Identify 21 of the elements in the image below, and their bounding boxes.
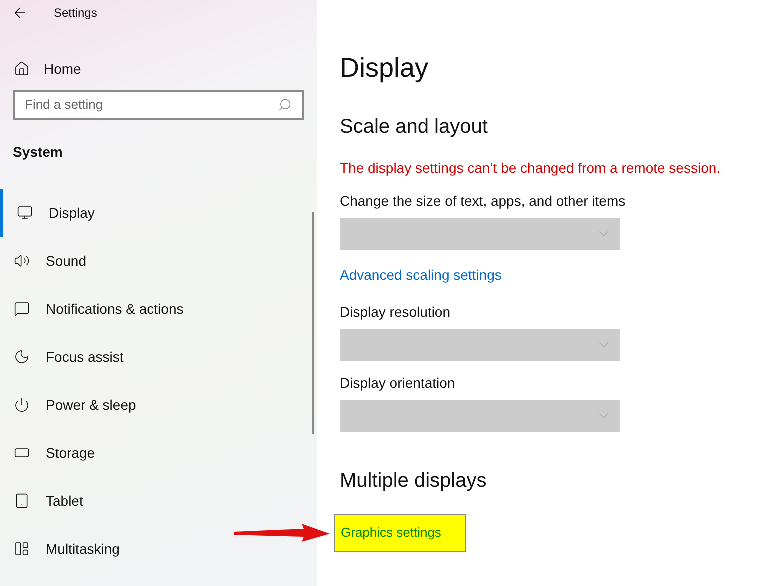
window-title: Settings (54, 5, 98, 22)
setting-label: Display resolution (340, 303, 452, 322)
section-heading: System (12, 143, 64, 162)
sidebar-item[interactable]: Power & sleep (0, 381, 317, 429)
setting-label: Display orientation (340, 374, 456, 393)
sidebar-item[interactable]: Focus assist (0, 333, 317, 381)
section-heading: Scale and layout (340, 115, 489, 140)
setting-label: Change the size of text, apps, and other items (340, 192, 627, 211)
search-field[interactable]: Find a setting (13, 90, 304, 120)
link[interactable]: Advanced scaling settings (340, 267, 502, 283)
section-heading: Multiple displays (340, 469, 488, 494)
page-title: Display (340, 52, 430, 85)
warning-text: The display settings can’t be changed from a remote session. (340, 159, 722, 178)
home-link[interactable]: Home (0, 56, 317, 82)
sidebar-item[interactable]: Notifications & actions (0, 285, 317, 333)
sidebar-item[interactable]: Storage (0, 429, 317, 477)
sidebar-item[interactable]: Sound (0, 237, 317, 285)
search-input[interactable]: Find a setting (25, 95, 278, 115)
sidebar-item[interactable]: Multitasking (0, 525, 317, 573)
highlighted-link[interactable]: Graphics settings (334, 514, 466, 552)
sidebar-item[interactable]: Tablet (0, 477, 317, 525)
